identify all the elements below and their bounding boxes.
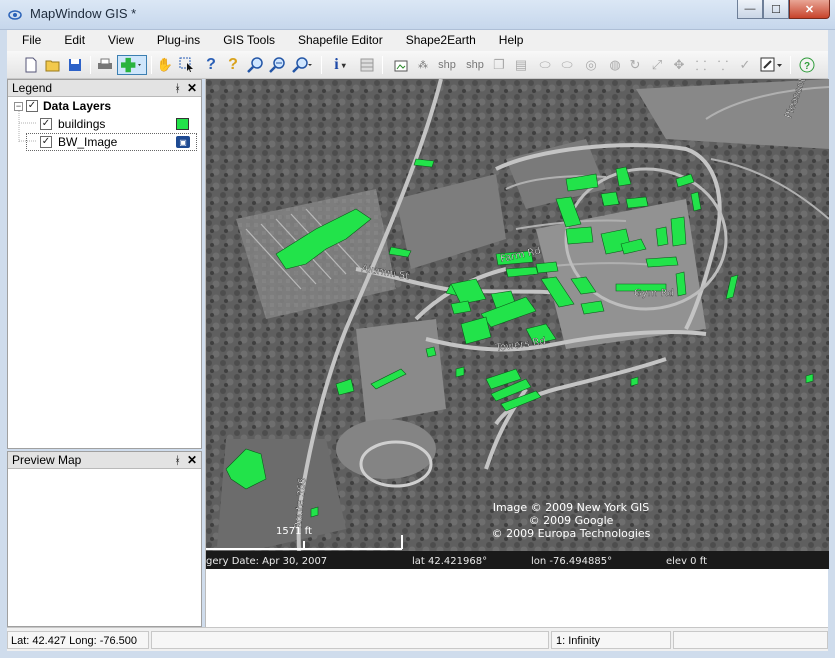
add-layer-icon[interactable] xyxy=(117,55,147,75)
menu-bar: File Edit View Plug-ins GIS Tools Shapef… xyxy=(7,30,828,51)
toolbar: ✋ ? ? i ▾ ⁂ shp shp ❐ ▤ ⬭ ⬭ ◎ ◍ ↻ ⤢ ✥ ⸬ ⸪… xyxy=(7,51,828,79)
open-icon[interactable] xyxy=(43,55,63,75)
shp-label-2[interactable]: shp xyxy=(463,55,487,75)
legend-header: Legend ᚼ ✕ xyxy=(8,80,201,97)
zoom-out-icon[interactable] xyxy=(267,55,287,75)
status-empty xyxy=(151,631,549,649)
preview-title: Preview Map xyxy=(12,453,82,467)
layer-checkbox[interactable]: ✓ xyxy=(40,118,52,130)
layer-name: BW_Image xyxy=(58,135,118,149)
pin-icon[interactable]: ᚼ xyxy=(174,453,181,469)
move-icon[interactable]: ✥ xyxy=(669,55,689,75)
save-icon[interactable] xyxy=(65,55,85,75)
cleanup-icon[interactable]: ✓ xyxy=(735,55,755,75)
menu-gis-tools[interactable]: GIS Tools xyxy=(208,30,283,51)
legend-panel: Legend ᚼ ✕ − ✓ Data Layers ✓ buildings ✓… xyxy=(7,79,202,449)
close-button[interactable]: ✕ xyxy=(789,0,830,19)
copyright-line-1: Image © 2009 New York GIS xyxy=(493,501,650,514)
scale-label: 1571 ft xyxy=(276,526,312,537)
road-label-gym: Gym Rd xyxy=(634,288,674,299)
pan-icon[interactable]: ✋ xyxy=(155,55,175,75)
status-bar: Lat: 42.427 Long: -76.500 1: Infinity xyxy=(7,627,828,651)
zoom-extent-icon[interactable] xyxy=(290,55,316,75)
layer-row-bw-image[interactable]: ✓ BW_Image xyxy=(26,133,197,151)
copy-icon[interactable]: ❐ xyxy=(489,55,509,75)
new-project-icon[interactable] xyxy=(21,55,41,75)
layer-color-swatch[interactable] xyxy=(176,118,189,130)
image-layer-icon: ▣ xyxy=(176,136,190,148)
union-icon[interactable]: ⬭ xyxy=(557,55,577,75)
info-lon: lon -76.494885° xyxy=(531,556,612,567)
add-vertex-icon[interactable]: ⸬ xyxy=(691,55,711,75)
preview-close-icon[interactable]: ✕ xyxy=(187,452,197,468)
info-icon[interactable]: i ▾ xyxy=(327,55,353,75)
new-shapefile-icon[interactable] xyxy=(391,55,411,75)
maximize-button[interactable]: ☐ xyxy=(763,0,789,19)
menu-view[interactable]: View xyxy=(93,30,142,51)
query-icon[interactable]: ? xyxy=(223,55,243,75)
menu-shape2earth[interactable]: Shape2Earth xyxy=(391,30,484,51)
zoom-in-icon[interactable] xyxy=(245,55,265,75)
merge-icon[interactable]: ⬭ xyxy=(535,55,555,75)
status-coordinates: Lat: 42.427 Long: -76.500 xyxy=(7,631,149,649)
imagery-date: gery Date: Apr 30, 2007 xyxy=(206,556,327,567)
menu-plugins[interactable]: Plug-ins xyxy=(142,30,208,51)
split-icon[interactable]: ◎ xyxy=(581,55,601,75)
identify-icon[interactable]: ? xyxy=(201,55,221,75)
menu-help[interactable]: Help xyxy=(484,30,532,51)
rotate-icon[interactable]: ↻ xyxy=(625,55,645,75)
copyright-line-3: © 2009 Europa Technologies xyxy=(492,527,651,540)
collapse-icon[interactable]: − xyxy=(14,101,23,111)
menu-file[interactable]: File xyxy=(7,30,49,51)
minimize-button[interactable]: — xyxy=(737,0,763,19)
resize-icon[interactable]: ⤢ xyxy=(647,55,667,75)
layer-name: buildings xyxy=(58,117,106,131)
info-lat: lat 42.421968° xyxy=(412,556,487,567)
map-view[interactable]: Farm Rd Gym Rd Alumni St Towers Rd Pleas… xyxy=(205,79,829,627)
shp-label-1[interactable]: shp xyxy=(435,55,459,75)
status-scale: 1: Infinity xyxy=(551,631,671,649)
remove-vertex-icon[interactable]: ⸪ xyxy=(713,55,733,75)
paste-icon[interactable]: ▤ xyxy=(511,55,531,75)
attribute-table-icon[interactable] xyxy=(357,55,377,75)
select-icon[interactable] xyxy=(177,55,197,75)
add-shape-icon[interactable]: ⁂ xyxy=(413,55,433,75)
erase-icon[interactable]: ◍ xyxy=(605,55,625,75)
copyright-line-2: © 2009 Google xyxy=(529,514,614,527)
help-icon[interactable]: ? xyxy=(797,55,817,75)
window-title: MapWindow GIS * xyxy=(30,6,137,21)
preview-header: Preview Map ᚼ ✕ xyxy=(8,452,201,469)
group-checkbox[interactable]: ✓ xyxy=(26,100,38,112)
svg-text:?: ? xyxy=(804,61,810,72)
group-label: Data Layers xyxy=(43,99,112,113)
aerial-image[interactable]: Farm Rd Gym Rd Alumni St Towers Rd Pleas… xyxy=(206,79,829,627)
preview-map-panel: Preview Map ᚼ ✕ xyxy=(7,451,202,627)
menu-edit[interactable]: Edit xyxy=(49,30,93,51)
app-icon xyxy=(8,10,22,20)
layer-checkbox[interactable]: ✓ xyxy=(40,136,52,148)
snap-icon[interactable] xyxy=(758,55,786,75)
info-elev: elev 0 ft xyxy=(666,556,707,567)
legend-close-icon[interactable]: ✕ xyxy=(187,80,197,96)
title-bar: MapWindow GIS * — ☐ ✕ xyxy=(0,0,835,30)
pin-icon[interactable]: ᚼ xyxy=(174,81,181,97)
legend-title: Legend xyxy=(12,81,53,95)
legend-group[interactable]: − ✓ Data Layers xyxy=(14,98,111,114)
print-icon[interactable] xyxy=(95,55,115,75)
menu-shapefile-editor[interactable]: Shapefile Editor xyxy=(283,30,391,51)
status-extra xyxy=(673,631,828,649)
